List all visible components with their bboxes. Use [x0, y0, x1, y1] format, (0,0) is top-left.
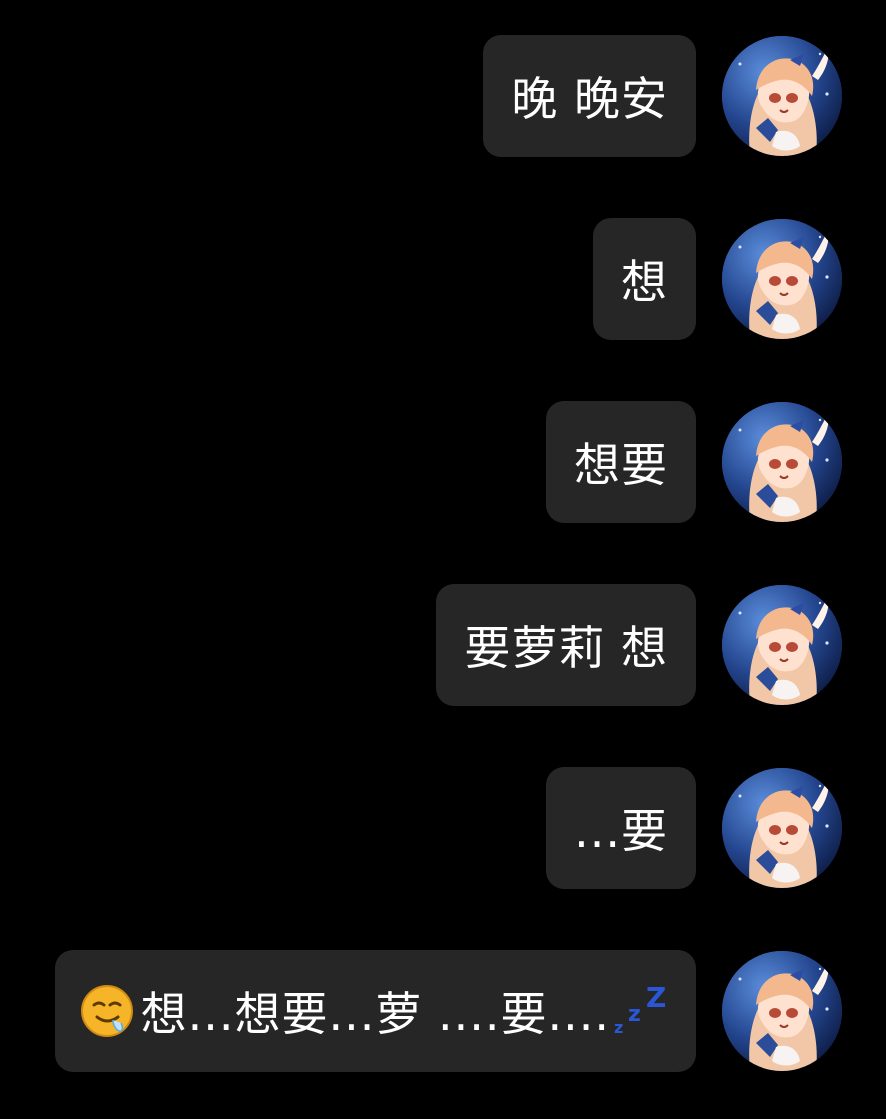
message-row: 想 — [593, 217, 842, 341]
zzz-sleeping-emoji-icon: z z Z — [612, 981, 670, 1039]
anime-girl-avatar-icon — [722, 36, 842, 156]
message-text: ...要 — [574, 804, 668, 858]
anime-girl-avatar-icon — [722, 585, 842, 705]
message-row: 想要 — [546, 400, 842, 524]
avatar[interactable] — [722, 585, 842, 705]
message-row: 想...想要...萝 ....要.... z z Z — [54, 949, 842, 1073]
message-bubble[interactable]: 想 — [593, 218, 696, 340]
avatar[interactable] — [722, 951, 842, 1071]
svg-text:z: z — [628, 1002, 641, 1027]
message-row: ...要 — [546, 766, 842, 890]
message-bubble[interactable]: 晚 晚安 — [483, 35, 696, 157]
avatar[interactable] — [722, 768, 842, 888]
svg-text:z: z — [614, 1018, 623, 1037]
avatar[interactable] — [722, 219, 842, 339]
anime-girl-avatar-icon — [722, 402, 842, 522]
message-bubble[interactable]: 想...想要...萝 ....要.... z z Z — [54, 950, 696, 1072]
chat-thread: 晚 晚安 想 想要 要萝莉 想 ...要 想...想要...萝 ....要...… — [0, 0, 886, 1119]
avatar[interactable] — [722, 36, 842, 156]
message-text: 晚 晚安 — [511, 72, 668, 126]
message-bubble[interactable]: 要萝莉 想 — [436, 584, 696, 706]
message-bubble[interactable]: 想要 — [546, 401, 696, 523]
message-row: 要萝莉 想 — [436, 583, 842, 707]
message-text: 要萝莉 想 — [464, 621, 668, 675]
avatar[interactable] — [722, 402, 842, 522]
message-text: 想 — [621, 255, 668, 309]
message-bubble[interactable]: ...要 — [546, 767, 696, 889]
svg-text:Z: Z — [646, 983, 666, 1014]
message-text: 想...想要...萝 ....要.... — [140, 987, 610, 1041]
anime-girl-avatar-icon — [722, 951, 842, 1071]
message-text: 想要 — [574, 438, 668, 492]
drooling-face-emoji-icon — [79, 983, 135, 1039]
anime-girl-avatar-icon — [722, 219, 842, 339]
anime-girl-avatar-icon — [722, 768, 842, 888]
message-row: 晚 晚安 — [483, 34, 842, 158]
